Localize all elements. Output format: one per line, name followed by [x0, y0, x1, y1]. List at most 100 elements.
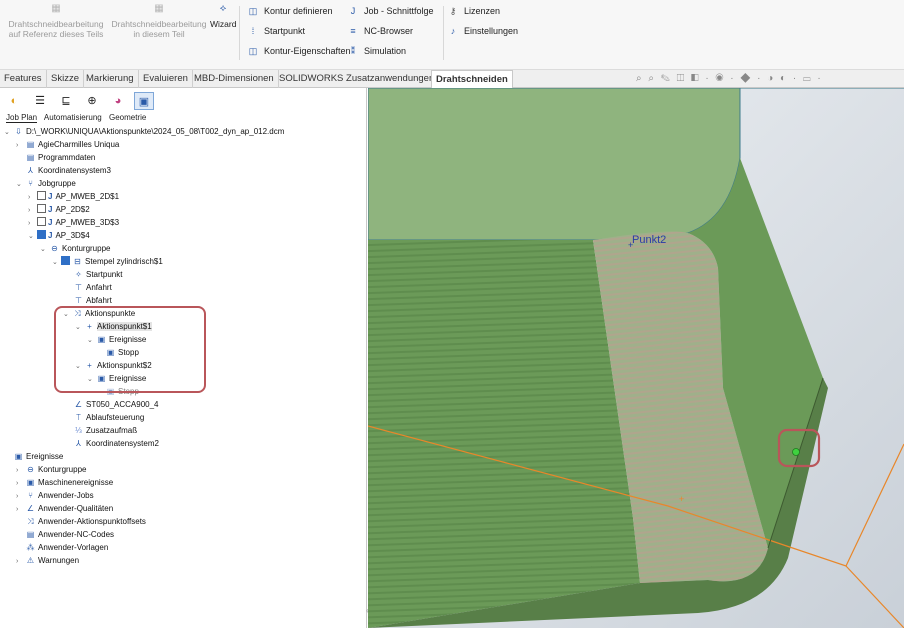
tree-label: Anwender-NC-Codes [38, 530, 115, 539]
action-point-marker[interactable] [792, 448, 800, 456]
coordinate-system-icon: ⅄ [28, 166, 33, 175]
command-manager-ribbon: ▦ Drahtschneidbearbeitung auf Referenz d… [0, 0, 904, 70]
settings-icon: ♪ [450, 26, 456, 36]
wizard-icon: ⟡ [219, 3, 227, 14]
feature-tree-icon[interactable]: ◐ [4, 92, 24, 110]
job-checkbox[interactable] [37, 230, 46, 239]
nc-browser-button[interactable]: ≡ NC-Browser [346, 22, 413, 40]
define-contour-button[interactable]: ◫ Kontur definieren [246, 2, 333, 20]
tree-label: AP_2D$2 [55, 205, 90, 214]
tab-evaluieren[interactable]: Evaluieren [139, 70, 193, 88]
tree-label: Anwender-Jobs [38, 491, 94, 500]
tab-mbd-dimensionen[interactable]: MBD-Dimensionen [190, 70, 279, 88]
tree-label: Ablaufsteuerung [86, 413, 145, 422]
tree-label: Jobgruppe [38, 179, 76, 188]
graphics-viewport[interactable]: Punkt2 + + [368, 88, 904, 628]
tree-label: Startpunkt [86, 270, 123, 279]
tree-label: Abfahrt [86, 296, 112, 305]
tree-item-anwender-vorlagen[interactable]: ⁂ Anwender-Vorlagen [25, 542, 109, 554]
document-icon: ▤ [26, 153, 35, 162]
tree-label: Anwender-Qualitäten [38, 504, 114, 513]
dimxpert-icon[interactable]: ⊕ [82, 92, 102, 110]
sequence-control-icon: ⟙ [76, 413, 81, 422]
tab-markierung[interactable]: Markierung [82, 70, 139, 88]
start-point-button[interactable]: ⁞ Startpunkt [246, 22, 305, 40]
tree-item-anwender-offsets[interactable]: ⤨ Anwender-Aktionspunktoffsets [25, 516, 146, 528]
wizard-button[interactable]: ⟡ Wizard [210, 2, 236, 29]
job-sequence-button[interactable]: J Job - Schnittfolge [346, 2, 434, 20]
tree-item-jobgruppe[interactable]: ⌄ ⑂ Jobgruppe [16, 178, 76, 190]
tab-features[interactable]: Features [0, 70, 47, 88]
contour-checkbox[interactable] [61, 256, 70, 265]
file-icon: ⇩ [15, 127, 22, 136]
tree-item-startpunkt[interactable]: ✧ Startpunkt [73, 269, 122, 281]
tree-item-machine[interactable]: › ▤ AgieCharmilles Uniqua [16, 139, 119, 151]
wire-edm-on-reference-part-button[interactable]: ▦ Drahtschneidbearbeitung auf Referenz d… [2, 2, 110, 39]
ribbon-separator [239, 6, 240, 60]
contour-icon: ⊟ [74, 257, 81, 266]
wire-edm-manager-icon[interactable]: ▣ [134, 92, 154, 110]
template-icon: ⁂ [26, 543, 35, 552]
tree-item-stempel[interactable]: ⌄ ⊟ Stempel zylindrisch$1 [52, 256, 163, 268]
tree-item-job[interactable]: › J AP_2D$2 [28, 204, 90, 216]
tree-item-maschinenereignisse[interactable]: › ▣ Maschinenereignisse [16, 477, 113, 489]
wire-path-marker: + [679, 494, 684, 504]
job-checkbox[interactable] [37, 204, 46, 213]
point-label-punkt2[interactable]: Punkt2 [632, 234, 666, 246]
tab-skizze[interactable]: Skizze [47, 70, 84, 88]
subtab-automatisierung[interactable]: Automatisierung [44, 113, 102, 122]
subtab-geometrie[interactable]: Geometrie [109, 113, 146, 122]
simulation-button[interactable]: ⁑ Simulation [346, 42, 406, 60]
tree-item-anwender-jobs[interactable]: › ⑂ Anwender-Jobs [16, 490, 94, 502]
heads-up-view-toolbar[interactable]: ⌕ ⌕ ✎ ◫ ◧ · ◉ · ◆ · ◑ ◐ · ▭ · [636, 73, 823, 84]
tree-item-anwender-nc-codes[interactable]: ▤ Anwender-NC-Codes [25, 529, 114, 541]
part-local-icon: ▦ [154, 3, 164, 14]
nc-browser-icon: ≡ [350, 26, 356, 36]
display-manager-icon[interactable]: ◕ [108, 92, 128, 110]
tree-item-konturgruppe[interactable]: ⌄ ⊖ Konturgruppe [40, 243, 110, 255]
ribbon-button-label: Kontur-Eigenschaften [264, 46, 351, 56]
tree-label: Konturgruppe [62, 244, 111, 253]
tree-item-st050[interactable]: ∠ ST050_ACCA900_4 [73, 399, 159, 411]
panel-tab-icons: ◐ ☰ ⊑ ⊕ ◕ ▣ [4, 90, 164, 110]
tree-label: AP_3D$4 [55, 231, 90, 240]
tree-item-warnungen[interactable]: › ⚠ Warnungen [16, 555, 79, 567]
tree-item-ablaufsteuerung[interactable]: ⟙ Ablaufsteuerung [73, 412, 144, 424]
subtab-job-plan[interactable]: Job Plan [6, 113, 38, 123]
job-group-icon: ⑂ [28, 179, 33, 188]
point-marker: + [628, 240, 633, 250]
tree-label: AP_MWEB_3D$3 [55, 218, 120, 227]
tree-item-top-konturgruppe[interactable]: › ⊖ Konturgruppe [16, 464, 86, 476]
tree-label: Koordinatensystem3 [38, 166, 111, 175]
tree-item-anfahrt[interactable]: ⊤ Anfahrt [73, 282, 112, 294]
events-icon: ▣ [14, 452, 23, 461]
tree-label: Konturgruppe [38, 465, 87, 474]
job-checkbox[interactable] [37, 191, 46, 200]
tree-item-anwender-qualitaeten[interactable]: › ∠ Anwender-Qualitäten [16, 503, 113, 515]
ribbon-button-label: in diesem Teil [133, 29, 185, 39]
tree-item-job[interactable]: ⌄ J AP_3D$4 [28, 230, 90, 242]
properties-icon: ◫ [248, 46, 258, 56]
tree-item-programmdaten[interactable]: ▤ Programmdaten [25, 152, 96, 164]
job-icon: J [48, 231, 53, 240]
contour-properties-button[interactable]: ◫ Kontur-Eigenschaften [246, 42, 351, 60]
highlight-frame [54, 306, 206, 393]
tree-item-koordinatensystem3[interactable]: ⅄ Koordinatensystem3 [25, 165, 111, 177]
tree-root[interactable]: ⌄ ⇩ D:\_WORK\UNIQUA\Aktionspunkte\2024_05_… [4, 126, 284, 138]
job-checkbox[interactable] [37, 217, 46, 226]
tab-drahtschneiden[interactable]: Drahtschneiden [431, 70, 513, 88]
tree-item-koordinatensystem2[interactable]: ⅄ Koordinatensystem2 [73, 438, 159, 450]
settings-button[interactable]: ♪ Einstellungen [446, 22, 518, 40]
job-group-icon: ⑂ [28, 491, 33, 500]
configuration-manager-icon[interactable]: ⊑ [56, 92, 76, 110]
tree-item-job[interactable]: › J AP_MWEB_2D$1 [28, 191, 119, 203]
tab-solidworks-addins[interactable]: SOLIDWORKS Zusatzanwendungen [275, 70, 440, 88]
tree-item-job[interactable]: › J AP_MWEB_3D$3 [28, 217, 119, 229]
tree-item-zusatzaufmass[interactable]: ⅓ Zusatzaufmaß [73, 425, 137, 437]
licenses-button[interactable]: ⚷ Lizenzen [446, 2, 500, 20]
property-manager-icon[interactable]: ☰ [30, 92, 50, 110]
tree-label: Anwender-Vorlagen [38, 543, 109, 552]
tree-item-top-ereignisse[interactable]: ▣ Ereignisse [4, 451, 64, 463]
simulation-icon: ⁑ [350, 46, 356, 56]
wire-edm-in-this-part-button[interactable]: ▦ Drahtschneidbearbeitung in diesem Teil [108, 2, 210, 39]
